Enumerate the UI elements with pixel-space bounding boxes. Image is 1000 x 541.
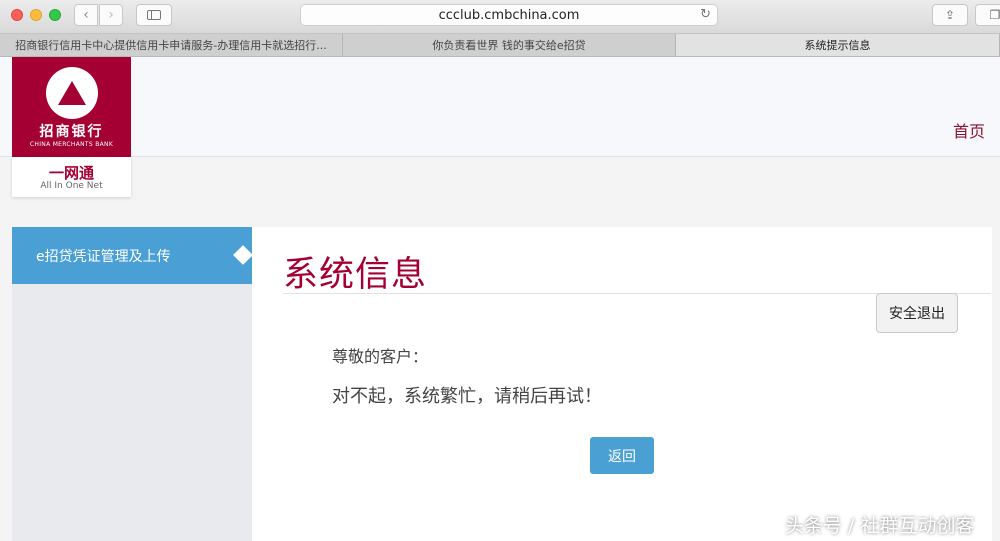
tab-e-zhaodai[interactable]: 你负责看世界 钱的事交给e招贷 xyxy=(343,34,676,56)
back-return-button[interactable]: 返回 xyxy=(590,437,654,474)
forward-button[interactable]: › xyxy=(99,4,123,26)
chevron-left-icon: ‹ xyxy=(83,7,89,23)
tab-system-notice[interactable]: 系统提示信息 xyxy=(676,34,1000,56)
address-url: ccclub.cmbchina.com xyxy=(438,7,580,23)
tabs-icon: ❐ xyxy=(989,8,1000,22)
browser-toolbar: ‹ › ccclub.cmbchina.com ↻ ⇪ ❐ xyxy=(0,0,1000,34)
page-header xyxy=(0,57,1000,157)
zoom-window-button[interactable] xyxy=(49,9,61,21)
bank-name-en: CHINA MERCHANTS BANK xyxy=(29,141,114,148)
watermark: 头条号 / 社群互动创客 xyxy=(785,515,975,537)
show-sidebar-button[interactable] xyxy=(136,4,172,26)
chevron-right-icon: › xyxy=(108,7,114,23)
home-link[interactable]: 首页 xyxy=(953,118,985,142)
logout-button[interactable]: 安全退出 xyxy=(876,293,958,333)
sidebar-icon xyxy=(147,10,161,20)
bank-logo[interactable]: 招商银行 CHINA MERCHANTS BANK xyxy=(12,57,131,157)
greeting-text: 尊敬的客户： xyxy=(332,347,429,366)
share-button[interactable]: ⇪ xyxy=(932,4,968,26)
portal-name-en: All In One Net xyxy=(40,181,103,191)
back-button[interactable]: ‹ xyxy=(74,4,98,26)
cmb-logo-icon xyxy=(46,67,98,119)
sidebar-item-voucher-management[interactable]: e招贷凭证管理及上传 xyxy=(12,227,252,284)
minimize-window-button[interactable] xyxy=(30,9,42,21)
page-title: 系统信息 xyxy=(283,255,428,295)
portal-name-cn: 一网通 xyxy=(48,164,94,182)
reload-icon[interactable]: ↻ xyxy=(700,7,711,22)
tab-cmb-credit-card[interactable]: 招商银行信用卡中心提供信用卡申请服务-办理信用卡就选招行... xyxy=(0,34,343,56)
share-icon: ⇪ xyxy=(944,8,956,22)
tab-bar: 招商银行信用卡中心提供信用卡申请服务-办理信用卡就选招行... 你负责看世界 钱… xyxy=(0,34,1000,57)
address-bar[interactable]: ccclub.cmbchina.com ↻ xyxy=(300,4,718,26)
portal-badge: 一网通 All In One Net xyxy=(12,157,131,197)
tab-overview-button[interactable]: ❐ xyxy=(975,4,1000,26)
close-window-button[interactable] xyxy=(11,9,23,21)
bank-name-cn: 招商银行 xyxy=(39,124,104,140)
error-message: 对不起，系统繁忙，请稍后再试！ xyxy=(332,386,602,407)
